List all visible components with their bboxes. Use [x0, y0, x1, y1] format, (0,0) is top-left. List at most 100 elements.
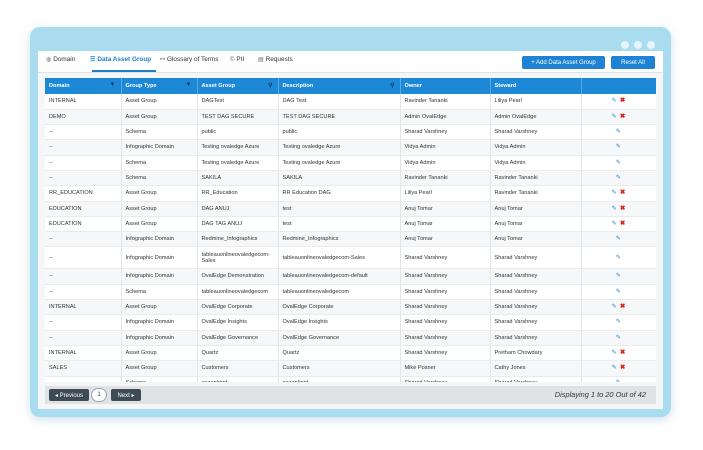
next-button[interactable]: Next ▸	[111, 389, 141, 401]
tab-label: Glossary of Terms	[167, 56, 219, 63]
edit-icon[interactable]: ✎	[612, 97, 617, 104]
tab-requests[interactable]: ▤ Requests	[258, 56, 293, 63]
cell-actions: ✎ ✖	[581, 185, 656, 202]
table-row[interactable]: --SchemaoezeplmntoezeplmntSharad Varshne…	[45, 376, 656, 382]
column-header-asset-group[interactable]: Asset Group ⚲	[197, 78, 279, 94]
edit-icon[interactable]: ✎	[616, 143, 621, 150]
table-row[interactable]: -- Infographic Domain Testing ovaledge Azu…	[45, 139, 656, 156]
cell-steward: Ravinder Tananki	[490, 170, 582, 187]
edit-icon[interactable]: ✎	[612, 220, 617, 227]
tab-pii[interactable]: © PII	[230, 56, 244, 63]
table-row[interactable]: INTERNAL Asset Group OvalEdge Corporate Ova…	[45, 299, 656, 316]
delete-icon[interactable]: ✖	[620, 205, 626, 212]
table-row[interactable]: -- Schema public public Sharad Varshney Shara…	[45, 124, 656, 141]
cell-actions: ✎ ✖	[581, 345, 656, 362]
cell-group-type: Schema	[121, 124, 198, 141]
filter-icon[interactable]: ▼	[186, 82, 192, 88]
table-row[interactable]: INTERNAL Asset Group Quartz Quartz Sharad Va…	[45, 345, 656, 362]
delete-icon[interactable]: ✖	[620, 220, 626, 227]
cell-description: Customers	[278, 360, 401, 377]
cell-asset-group: OvalEdge Corporate	[197, 299, 279, 316]
column-header-domain[interactable]: Domain ▼	[45, 78, 122, 94]
previous-button[interactable]: ◂ Previous	[49, 389, 89, 401]
cell-group-type: Infographic Domain	[121, 314, 198, 331]
tab-data-asset-group[interactable]: ☰ Data Asset Group	[90, 56, 151, 63]
cell-owner: Anuj Tomar	[400, 201, 491, 217]
table-row[interactable]: -- Infographic Domain OvalEdge Demonstrati…	[45, 268, 656, 285]
window-dot[interactable]	[621, 41, 629, 49]
cell-actions: ✎	[581, 284, 656, 301]
table-row[interactable]: SALES Asset Group Customers Customers Mike P…	[45, 360, 656, 377]
edit-icon[interactable]: ✎	[616, 288, 621, 295]
cell-description: OvalEdge Corporate	[278, 299, 401, 316]
table-row[interactable]: -- Infographic Domain OvalEdge Insights Ova…	[45, 314, 656, 331]
edit-icon[interactable]: ✎	[612, 364, 617, 371]
cell-group-type: Asset Group	[121, 201, 198, 217]
table-row[interactable]: EDUCATION Asset Group DAG ANUJ test Anuj Tom…	[45, 201, 656, 217]
cell-domain: INTERNAL	[45, 94, 122, 110]
add-data-asset-group-button[interactable]: + Add Data Asset Group	[522, 56, 605, 69]
filter-icon[interactable]: ▼	[110, 82, 116, 88]
column-header-group-type[interactable]: Group Type ▼	[121, 78, 198, 94]
delete-icon[interactable]: ✖	[620, 189, 626, 196]
column-header-owner[interactable]: Owner	[400, 78, 491, 94]
cell-actions: ✎ ✖	[581, 201, 656, 217]
edit-icon[interactable]: ✎	[612, 189, 617, 196]
edit-icon[interactable]: ✎	[616, 318, 621, 325]
edit-icon[interactable]: ✎	[616, 334, 621, 341]
delete-icon[interactable]: ✖	[620, 113, 626, 120]
cell-domain: --	[45, 139, 122, 156]
edit-icon[interactable]: ✎	[616, 235, 621, 242]
table-row[interactable]: RR_EDUCATION Asset Group RR_Education RR Ed…	[45, 185, 656, 202]
edit-icon[interactable]: ✎	[616, 159, 621, 166]
delete-icon[interactable]: ✖	[620, 303, 626, 310]
delete-icon[interactable]: ✖	[620, 364, 626, 371]
table-row[interactable]: -- Schema SAKILA SAKILA Ravinder Tananki Ravi…	[45, 170, 656, 187]
table-row[interactable]: INTERNAL Asset Group DAGTest DAG Test Ravind…	[45, 94, 656, 110]
edit-icon[interactable]: ✎	[612, 113, 617, 120]
pagination-bar: ◂ Previous 1 Next ▸ Displaying 1 to 20 O…	[45, 386, 656, 404]
tab-label: Data Asset Group	[97, 56, 152, 63]
table-row[interactable]: -- Schema tableauonlineovaledgecom tableauo…	[45, 284, 656, 301]
cell-domain: --	[45, 314, 122, 331]
cell-owner: Liliya Pearl	[400, 185, 491, 202]
edit-icon[interactable]: ✎	[612, 205, 617, 212]
cell-steward: Anuj Tomar	[490, 231, 582, 248]
edit-icon[interactable]: ✎	[616, 379, 621, 382]
window-dot[interactable]	[647, 41, 655, 49]
cell-owner: Sharad Varshney	[400, 330, 491, 346]
table-row[interactable]: -- Infographic Domain tableauonlineovaledg…	[45, 246, 656, 270]
database-icon: ☰	[90, 57, 96, 63]
table-row[interactable]: EDUCATION Asset Group DAG TAG ANUJ test Anuj…	[45, 216, 656, 233]
edit-icon[interactable]: ✎	[616, 272, 621, 279]
table-row[interactable]: -- Infographic Domain Redmine_Infographics…	[45, 231, 656, 248]
delete-icon[interactable]: ✖	[620, 349, 626, 356]
edit-icon[interactable]: ✎	[612, 303, 617, 310]
tab-glossary-of-terms[interactable]: ⚯ Glossary of Terms	[160, 56, 218, 63]
column-header-steward[interactable]: Steward	[490, 78, 582, 94]
delete-icon[interactable]: ✖	[620, 97, 626, 104]
column-header-description[interactable]: Description ⚲	[278, 78, 401, 94]
data-asset-group-table: Domain ▼ Group Type ▼ Asset Group ⚲ Descrip…	[45, 78, 656, 382]
search-icon[interactable]: ⚲	[390, 82, 394, 89]
cell-asset-group: DAG TAG ANUJ	[197, 216, 279, 233]
tab-domain[interactable]: ◍ Domain	[46, 56, 75, 63]
search-icon[interactable]: ⚲	[268, 82, 272, 89]
cell-description: RR Education DAG	[278, 185, 401, 202]
table-row[interactable]: DEMO Asset Group TEST DAG SECURE TEST DAG S…	[45, 109, 656, 126]
table-row[interactable]: -- Infographic Domain OvalEdge Governance O…	[45, 330, 656, 346]
edit-icon[interactable]: ✎	[616, 174, 621, 181]
edit-icon[interactable]: ✎	[616, 254, 621, 261]
page-number[interactable]: 1	[91, 388, 107, 402]
app-frame: ◍ Domain ☰ Data Asset Group ⚯ Glossary o…	[30, 27, 671, 417]
edit-icon[interactable]: ✎	[616, 128, 621, 135]
cell-steward: Sharad Varshney	[490, 330, 582, 346]
window-dot[interactable]	[634, 41, 642, 49]
edit-icon[interactable]: ✎	[612, 349, 617, 356]
cell-description: Testing ovaledge Azure	[278, 155, 401, 171]
table-row[interactable]: -- Schema Testing ovaledge Azure Testing ov…	[45, 155, 656, 171]
cell-asset-group: DAG ANUJ	[197, 201, 279, 217]
shield-icon: ©	[230, 56, 235, 63]
reset-all-button[interactable]: Reset All	[611, 56, 655, 69]
cell-asset-group: Redmine_Infographics	[197, 231, 279, 248]
